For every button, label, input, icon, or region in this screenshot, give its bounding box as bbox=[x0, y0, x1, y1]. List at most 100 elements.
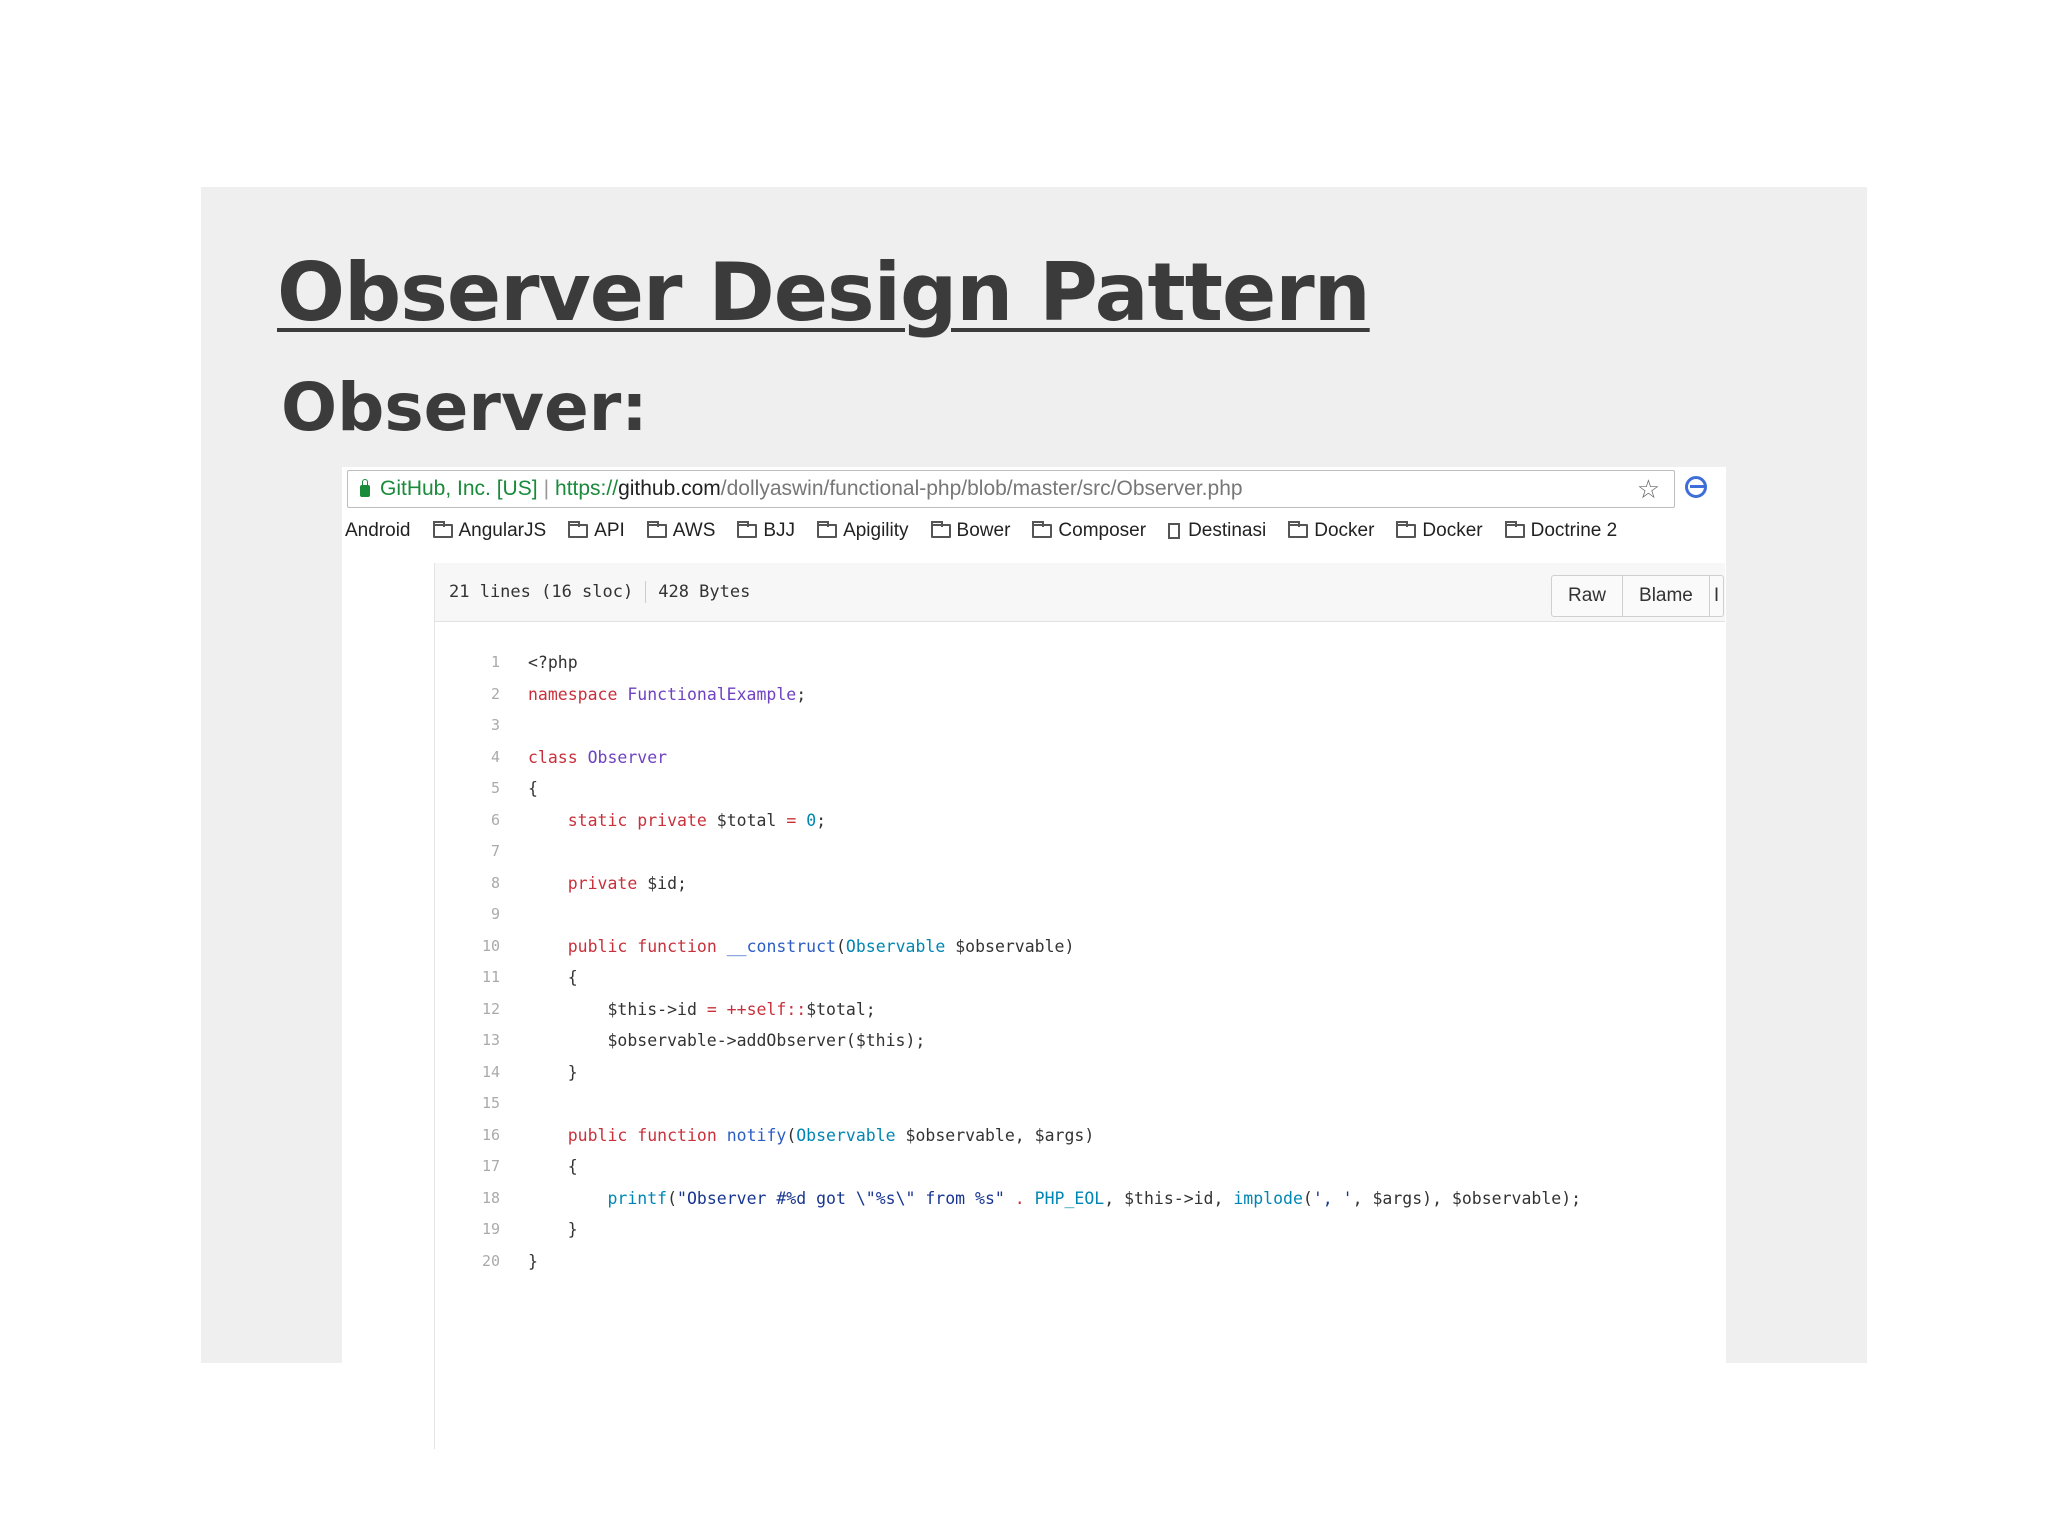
line-number[interactable]: 7 bbox=[435, 836, 500, 868]
browser-screenshot: GitHub, Inc. [US] | https://github.com/d… bbox=[342, 467, 1726, 1449]
code-token: :: bbox=[786, 999, 807, 1019]
code-text: class Observer bbox=[528, 742, 667, 774]
code-text: { bbox=[528, 773, 538, 805]
address-bar[interactable]: GitHub, Inc. [US] | https://github.com/d… bbox=[347, 470, 1675, 508]
extension-icon[interactable] bbox=[1685, 476, 1707, 498]
code-text: } bbox=[528, 1057, 578, 1089]
bookmark-item[interactable]: API bbox=[568, 520, 625, 542]
folder-icon bbox=[1396, 521, 1417, 538]
line-number[interactable]: 3 bbox=[435, 710, 500, 742]
bookmark-item[interactable]: AWS bbox=[646, 520, 715, 542]
line-number[interactable]: 15 bbox=[435, 1088, 500, 1120]
bookmark-label: Doctrine 2 bbox=[1530, 520, 1618, 541]
code-text: private $id; bbox=[528, 868, 687, 900]
code-line: 17 { bbox=[435, 1151, 1725, 1183]
bookmarks-bar: Android AngularJS API AWS BJJ Apigility Bower C… bbox=[345, 515, 1725, 547]
code-token: $total bbox=[716, 810, 787, 830]
code-token: "Observer #%d got \"%s\" from %s" bbox=[677, 1188, 1015, 1208]
line-number[interactable]: 20 bbox=[435, 1246, 500, 1278]
line-number[interactable]: 6 bbox=[435, 805, 500, 837]
folder-icon bbox=[1032, 521, 1053, 538]
line-number[interactable]: 19 bbox=[435, 1214, 500, 1246]
code-line: 13 $observable->addObserver($this); bbox=[435, 1025, 1725, 1057]
line-number[interactable]: 12 bbox=[435, 994, 500, 1026]
bookmark-item[interactable]: Doctrine 2 bbox=[1504, 520, 1618, 542]
bookmark-item[interactable]: Android bbox=[345, 520, 411, 542]
url-path: /dollyaswin/functional-php/blob/master/s… bbox=[720, 477, 1243, 500]
line-number[interactable]: 9 bbox=[435, 899, 500, 931]
bookmark-item[interactable]: Composer bbox=[1032, 520, 1146, 542]
raw-button[interactable]: Raw bbox=[1552, 576, 1624, 616]
code-token: } bbox=[528, 1220, 578, 1239]
code-token: ; bbox=[816, 810, 827, 830]
bookmark-item[interactable]: Docker bbox=[1288, 520, 1374, 542]
line-number[interactable]: 5 bbox=[435, 773, 500, 805]
bookmark-label: Docker bbox=[1422, 520, 1483, 541]
line-number[interactable]: 18 bbox=[435, 1183, 500, 1215]
code-token: PHP_EOL bbox=[1034, 1188, 1105, 1208]
star-icon[interactable]: ☆ bbox=[1637, 474, 1660, 505]
bookmark-item[interactable]: BJJ bbox=[737, 520, 795, 542]
bookmark-item[interactable]: Docker bbox=[1396, 520, 1483, 542]
code-token: notify bbox=[726, 1125, 787, 1145]
line-number[interactable]: 11 bbox=[435, 962, 500, 994]
lock-icon bbox=[360, 479, 370, 497]
code-token: public function bbox=[567, 936, 727, 956]
bookmark-label: Android bbox=[345, 520, 411, 541]
code-text: } bbox=[528, 1246, 538, 1278]
bookmark-item[interactable]: AngularJS bbox=[432, 520, 546, 542]
site-owner: GitHub, Inc. [US] bbox=[380, 477, 538, 500]
url-host: github.com bbox=[618, 477, 721, 500]
bookmark-item[interactable]: Apigility bbox=[817, 520, 909, 542]
bookmark-item[interactable]: Destinasi bbox=[1168, 520, 1266, 542]
code-token: { bbox=[528, 1157, 578, 1176]
file-info: 21 lines (16 sloc) 428 Bytes bbox=[449, 581, 750, 603]
code-token: namespace bbox=[528, 684, 628, 704]
code-token: $this->id bbox=[528, 999, 707, 1019]
bookmark-label: Apigility bbox=[843, 520, 909, 541]
code-token: = bbox=[786, 810, 807, 830]
code-token: } bbox=[528, 1251, 538, 1271]
code-line: 3 bbox=[435, 710, 1725, 742]
folder-icon bbox=[568, 521, 589, 538]
blame-button[interactable]: Blame bbox=[1623, 576, 1710, 616]
code-text: $observable->addObserver($this); bbox=[528, 1025, 925, 1057]
code-line: 9 bbox=[435, 899, 1725, 931]
code-token: ( bbox=[835, 936, 846, 956]
bookmark-label: Composer bbox=[1058, 520, 1147, 541]
code-line: 16 public function notify(Observable $ob… bbox=[435, 1120, 1725, 1152]
bookmark-label: API bbox=[594, 520, 625, 541]
code-line: 12 $this->id = ++self::$total; bbox=[435, 994, 1725, 1026]
code-line: 18 printf("Observer #%d got \"%s\" from … bbox=[435, 1183, 1725, 1215]
line-number[interactable]: 16 bbox=[435, 1120, 500, 1152]
code-line: 10 public function __construct(Observabl… bbox=[435, 931, 1725, 963]
code-text: <?php bbox=[528, 647, 578, 679]
code-line: 11 { bbox=[435, 962, 1725, 994]
line-number[interactable]: 1 bbox=[435, 647, 500, 679]
line-number[interactable]: 2 bbox=[435, 679, 500, 711]
code-text: { bbox=[528, 962, 578, 994]
code-text: printf("Observer #%d got \"%s\" from %s"… bbox=[528, 1183, 1581, 1215]
line-number[interactable]: 4 bbox=[435, 742, 500, 774]
code-token: __construct bbox=[726, 936, 836, 956]
line-number[interactable]: 13 bbox=[435, 1025, 500, 1057]
file-header: 21 lines (16 sloc) 428 Bytes Raw Blame I bbox=[435, 563, 1725, 622]
line-number[interactable]: 8 bbox=[435, 868, 500, 900]
code-token: , $this->id, bbox=[1104, 1188, 1234, 1208]
code-token: . bbox=[1014, 1188, 1035, 1208]
code-token: ; bbox=[796, 684, 807, 704]
bookmark-item[interactable]: Bower bbox=[930, 520, 1010, 542]
code-token: <?php bbox=[528, 653, 578, 672]
line-number[interactable]: 10 bbox=[435, 931, 500, 963]
history-button[interactable]: I bbox=[1710, 576, 1723, 616]
folder-icon bbox=[737, 521, 758, 538]
line-number[interactable]: 14 bbox=[435, 1057, 500, 1089]
code-line: 2 namespace FunctionalExample; bbox=[435, 679, 1725, 711]
code-text: { bbox=[528, 1151, 578, 1183]
code-token: , $args), $observable); bbox=[1352, 1188, 1582, 1208]
code-token: $id; bbox=[647, 873, 687, 893]
code-token: ', ' bbox=[1312, 1188, 1353, 1208]
line-number[interactable]: 17 bbox=[435, 1151, 500, 1183]
